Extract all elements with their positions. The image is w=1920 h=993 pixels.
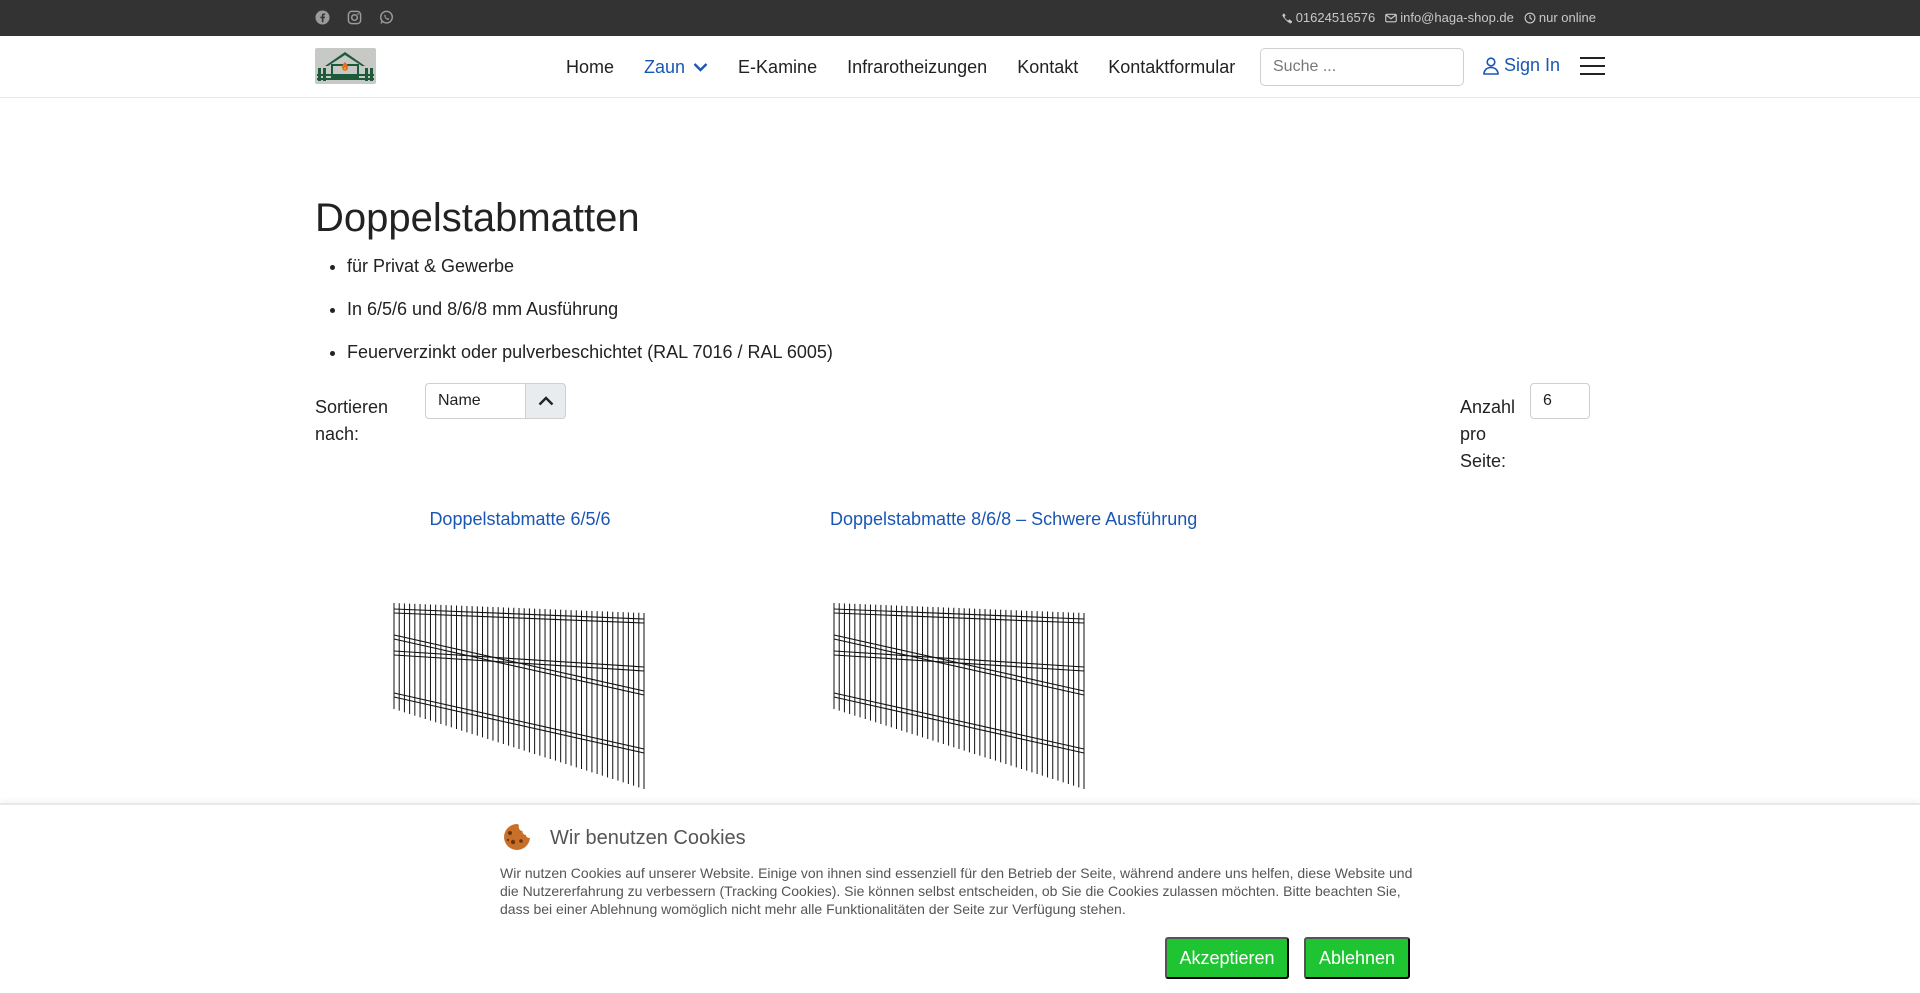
hours-item: nur online — [1524, 10, 1596, 25]
sort-label: Sortieren nach: — [315, 397, 389, 444]
nav-label: Kontakt — [1017, 56, 1079, 77]
nav-label: Infrarotheizungen — [847, 56, 988, 77]
whatsapp-icon[interactable] — [379, 10, 394, 25]
product-card: Doppelstabmatte 8/6/8 – Schwere Ausführu… — [830, 509, 1197, 809]
nav-item-zaun[interactable]: Zaun — [644, 57, 708, 78]
email-address: info@haga-shop.de — [1400, 10, 1514, 25]
list-item: In 6/5/6 und 8/6/8 mm Ausführung — [347, 298, 833, 341]
site-logo[interactable] — [315, 48, 376, 84]
cookie-text: Wir nutzen Cookies auf unserer Website. … — [500, 865, 1413, 917]
chevron-down-icon — [693, 63, 708, 72]
search-input[interactable] — [1260, 48, 1464, 86]
sort-direction-button[interactable] — [525, 383, 566, 419]
sign-in-label: Sign In — [1504, 55, 1561, 75]
chevron-up-icon — [538, 396, 553, 406]
list-item: für Privat & Gewerbe — [347, 255, 833, 298]
nav-label: Zaun — [644, 56, 686, 77]
nav-item-kontaktformular[interactable]: Kontaktformular — [1108, 57, 1235, 78]
accept-cookies-button[interactable]: Akzeptieren — [1165, 937, 1289, 979]
main-nav: Home Zaun E-Kamine Infrarotheizungen Kon… — [566, 36, 1265, 98]
phone-number: 01624516576 — [1295, 10, 1376, 25]
social-links — [315, 10, 394, 25]
user-icon — [1483, 56, 1499, 75]
product-card: Doppelstabmatte 6/5/6 — [390, 509, 650, 809]
facebook-icon[interactable] — [315, 10, 330, 25]
product-image[interactable] — [830, 601, 1090, 791]
nav-label: Kontaktformular — [1108, 56, 1236, 77]
per-page-label: Anzahl pro Seite: — [1460, 397, 1516, 471]
nav-item-infrarotheizungen[interactable]: Infrarotheizungen — [847, 57, 987, 78]
sign-in-link[interactable]: Sign In — [1483, 55, 1560, 76]
decline-cookies-button[interactable]: Ablehnen — [1304, 937, 1410, 979]
feature-list: für Privat & Gewerbe In 6/5/6 und 8/6/8 … — [347, 255, 833, 384]
nav-label: E-Kamine — [738, 56, 818, 77]
sort-control: Name — [425, 383, 566, 419]
page-title: Doppelstabmatten — [315, 196, 640, 240]
nav-item-kontakt[interactable]: Kontakt — [1017, 57, 1078, 78]
list-item: Feuerverzinkt oder pulverbeschichtet (RA… — [347, 341, 833, 384]
envelope-icon — [1385, 13, 1398, 22]
per-page-input[interactable]: 6 — [1530, 383, 1590, 419]
nav-item-home[interactable]: Home — [566, 57, 614, 78]
cookie-banner: Wir benutzen Cookies Wir nutzen Cookies … — [0, 803, 1920, 993]
email-item[interactable]: info@haga-shop.de — [1385, 10, 1514, 25]
nav-item-e-kamine[interactable]: E-Kamine — [738, 57, 817, 78]
clock-icon — [1524, 12, 1536, 23]
top-bar: 01624516576 info@haga-shop.de nur online — [0, 0, 1920, 36]
cookie-icon — [500, 822, 534, 852]
sort-select[interactable]: Name — [425, 383, 525, 419]
menu-toggle-icon[interactable] — [1580, 57, 1605, 77]
contact-info: 01624516576 info@haga-shop.de nur online — [1281, 10, 1596, 25]
product-title-link[interactable]: Doppelstabmatte 8/6/8 – Schwere Ausführu… — [830, 509, 1197, 530]
phone-item[interactable]: 01624516576 — [1281, 10, 1376, 25]
product-title-link[interactable]: Doppelstabmatte 6/5/6 — [390, 509, 650, 530]
main-header: Home Zaun E-Kamine Infrarotheizungen Kon… — [0, 36, 1920, 98]
instagram-icon[interactable] — [347, 10, 362, 25]
nav-label: Home — [566, 56, 615, 77]
phone-icon — [1282, 12, 1292, 23]
product-image[interactable] — [390, 601, 650, 791]
cookie-title: Wir benutzen Cookies — [550, 827, 746, 849]
hours-text: nur online — [1538, 10, 1596, 25]
